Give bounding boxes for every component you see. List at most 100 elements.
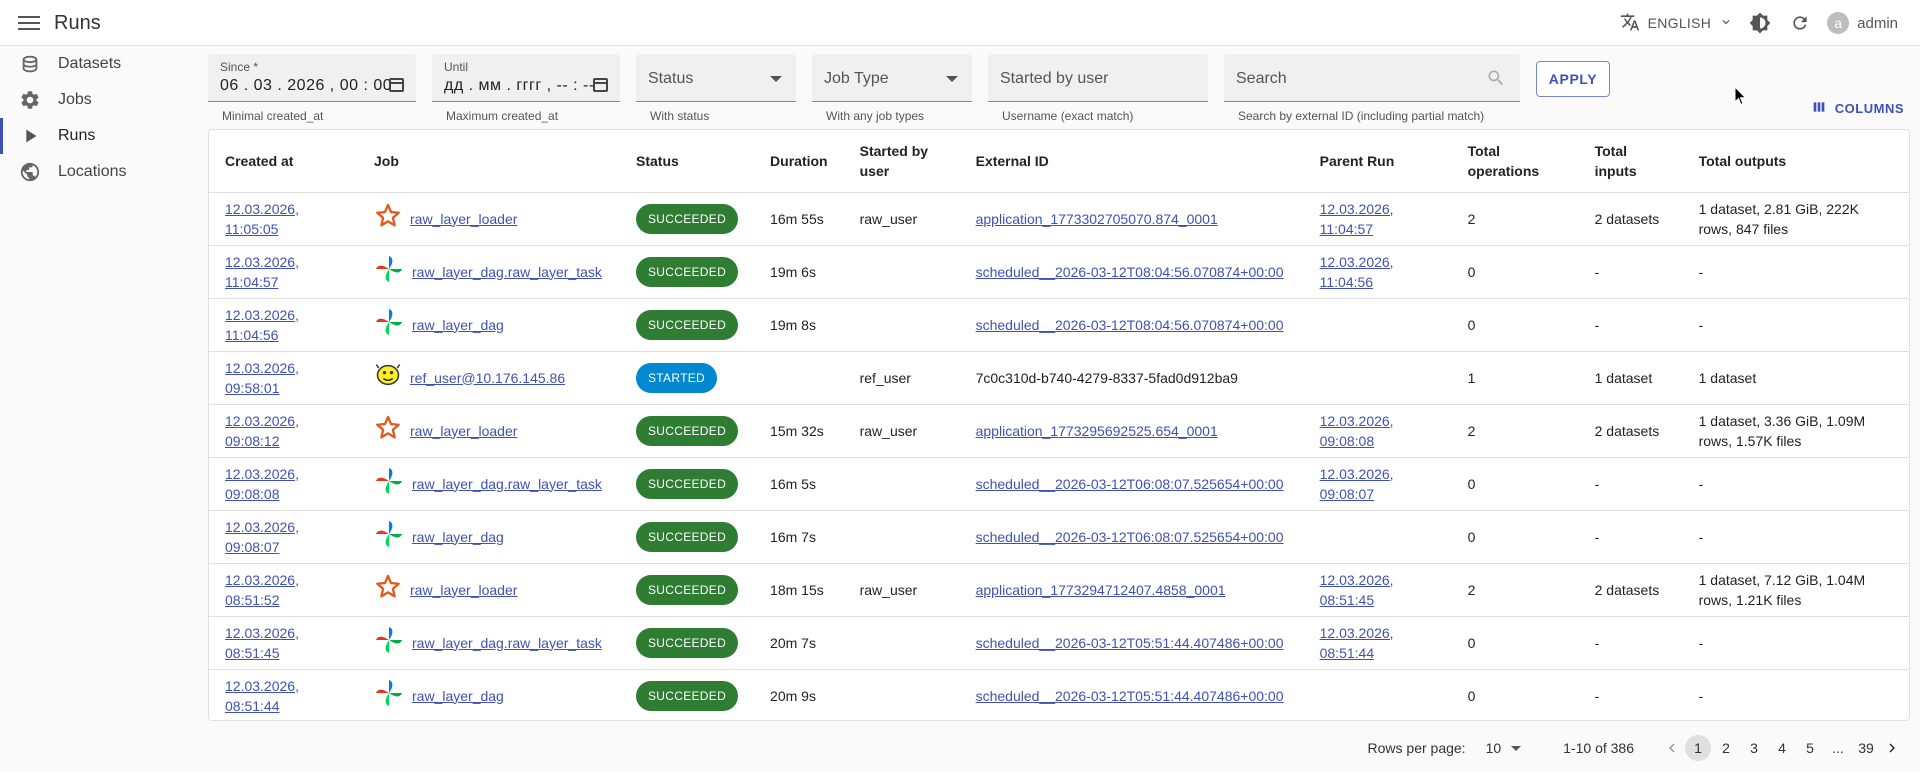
- table-row[interactable]: 12.03.2026, 11:05:05 raw_layer_loader SUCC…: [209, 192, 1909, 246]
- external-id-link[interactable]: application_1773302705070.874_0001: [976, 211, 1218, 227]
- created-at-link[interactable]: 12.03.2026, 08:51:44: [225, 678, 299, 714]
- job-link[interactable]: raw_layer_dag.raw_layer_task: [412, 474, 602, 494]
- external-id-link[interactable]: scheduled__2026-03-12T06:08:07.525654+00…: [976, 529, 1284, 545]
- theme-toggle-icon[interactable]: [1747, 10, 1773, 36]
- column-header[interactable]: Duration: [754, 130, 844, 193]
- external-id-link[interactable]: scheduled__2026-03-12T08:04:56.070874+00…: [976, 317, 1284, 333]
- status-cell: SUCCEEDED: [620, 510, 755, 564]
- sidebar-item-locations[interactable]: Locations: [0, 154, 200, 190]
- external-id-link[interactable]: scheduled__2026-03-12T08:04:56.070874+00…: [976, 264, 1284, 280]
- status-badge: STARTED: [636, 362, 717, 393]
- column-header[interactable]: Total operations: [1451, 130, 1579, 193]
- duration-cell: 18m 15s: [754, 563, 844, 617]
- status-badge: SUCCEEDED: [636, 574, 739, 605]
- parent-run-link[interactable]: 12.03.2026, 09:08:08: [1320, 413, 1394, 449]
- created-at-link[interactable]: 12.03.2026, 09:08:12: [225, 413, 299, 449]
- started-by-input[interactable]: Started by user Username (exact match): [988, 54, 1208, 123]
- sidebar-item-runs[interactable]: Runs: [0, 118, 200, 154]
- column-header[interactable]: Total inputs: [1578, 130, 1683, 193]
- page-button[interactable]: 1: [1685, 735, 1711, 761]
- column-header[interactable]: External ID: [959, 130, 1304, 193]
- created-at-link[interactable]: 12.03.2026, 09:08:08: [225, 466, 299, 502]
- created-at-link[interactable]: 12.03.2026, 09:58:01: [225, 360, 299, 396]
- chevron-right-icon[interactable]: [1880, 735, 1904, 761]
- since-value[interactable]: 06 . 03 . 2026 , 00 : 00: [220, 77, 404, 95]
- parent-run-link[interactable]: 12.03.2026, 08:51:45: [1320, 572, 1394, 608]
- refresh-icon[interactable]: [1787, 10, 1813, 36]
- page-button[interactable]: 39: [1853, 735, 1879, 761]
- job-link[interactable]: raw_layer_loader: [410, 580, 517, 600]
- table-row[interactable]: 12.03.2026, 08:51:44 raw_layer_dag SUCCEED…: [209, 669, 1909, 720]
- job-link[interactable]: raw_layer_dag: [412, 686, 504, 706]
- parent-run-link[interactable]: 12.03.2026, 11:04:57: [1320, 201, 1394, 237]
- menu-icon[interactable]: [18, 13, 40, 33]
- page-button[interactable]: 4: [1769, 735, 1795, 761]
- job-link[interactable]: raw_layer_dag: [412, 315, 504, 335]
- column-header[interactable]: Status: [620, 130, 755, 193]
- job-link[interactable]: raw_layer_dag.raw_layer_task: [412, 633, 602, 653]
- parent-run-link[interactable]: 12.03.2026, 11:04:56: [1320, 254, 1394, 290]
- table-row[interactable]: 12.03.2026, 08:51:45 raw_layer_dag.raw_la…: [209, 616, 1909, 670]
- total-outputs-cell: 1 dataset: [1682, 351, 1909, 405]
- created-at-link[interactable]: 12.03.2026, 11:05:05: [225, 201, 299, 237]
- created-at-link[interactable]: 12.03.2026, 09:08:07: [225, 519, 299, 555]
- external-id-link[interactable]: application_1773295692525.654_0001: [976, 423, 1218, 439]
- language-selector[interactable]: ENGLISH: [1620, 12, 1734, 35]
- total-inputs-cell: 2 datasets: [1578, 192, 1683, 246]
- column-header[interactable]: Total outputs: [1682, 130, 1909, 193]
- external-id-link[interactable]: scheduled__2026-03-12T05:51:44.407486+00…: [976, 688, 1284, 704]
- started-by-cell: [843, 298, 960, 352]
- apply-button[interactable]: APPLY: [1536, 61, 1610, 97]
- job-link[interactable]: raw_layer_dag: [412, 527, 504, 547]
- calendar-icon[interactable]: [389, 78, 404, 92]
- columns-button[interactable]: COLUMNS: [1811, 99, 1904, 118]
- columns-label: COLUMNS: [1834, 101, 1904, 116]
- duration-cell: 16m 5s: [754, 457, 844, 511]
- page-button[interactable]: 3: [1741, 735, 1767, 761]
- created-at-link[interactable]: 12.03.2026, 11:04:57: [225, 254, 299, 290]
- job-link[interactable]: raw_layer_loader: [410, 421, 517, 441]
- job-link[interactable]: raw_layer_loader: [410, 209, 517, 229]
- table-row[interactable]: 12.03.2026, 09:08:07 raw_layer_dag SUCCEED…: [209, 510, 1909, 564]
- chevron-left-icon[interactable]: [1660, 735, 1684, 761]
- parent-run-link[interactable]: 12.03.2026, 08:51:44: [1320, 625, 1394, 661]
- external-id-link[interactable]: scheduled__2026-03-12T06:08:07.525654+00…: [976, 476, 1284, 492]
- search-input[interactable]: Search Search by external ID (including …: [1224, 54, 1520, 123]
- total-outputs-cell: -: [1682, 298, 1909, 352]
- external-id-link[interactable]: application_1773294712407.4858_0001: [976, 582, 1226, 598]
- created-at-link[interactable]: 12.03.2026, 08:51:52: [225, 572, 299, 608]
- status-badge: SUCCEEDED: [636, 680, 739, 711]
- user-menu[interactable]: a admin: [1827, 12, 1898, 34]
- column-header[interactable]: Job: [358, 130, 620, 193]
- sidebar-item-datasets[interactable]: Datasets: [0, 46, 200, 82]
- sidebar-item-jobs[interactable]: Jobs: [0, 82, 200, 118]
- rows-per-page-select[interactable]: 10: [1486, 740, 1522, 756]
- job-type-select[interactable]: Job Type With any job types: [812, 54, 972, 123]
- started-by-cell: [843, 457, 960, 511]
- table-row[interactable]: 12.03.2026, 09:58:01 ref_user@10.176.145.…: [209, 351, 1909, 405]
- table-row[interactable]: 12.03.2026, 09:08:08 raw_layer_dag.raw_la…: [209, 457, 1909, 511]
- job-link[interactable]: raw_layer_dag.raw_layer_task: [412, 262, 602, 282]
- table-row[interactable]: 12.03.2026, 11:04:56 raw_layer_dag SUCCEED…: [209, 298, 1909, 352]
- table-row[interactable]: 12.03.2026, 09:08:12 raw_layer_loader SUCC…: [209, 404, 1909, 458]
- table-row[interactable]: 12.03.2026, 08:51:52 raw_layer_loader SUCC…: [209, 563, 1909, 617]
- column-header[interactable]: Started by user: [843, 130, 960, 193]
- calendar-icon[interactable]: [593, 78, 608, 92]
- created-at-cell: 12.03.2026, 08:51:45: [209, 616, 358, 670]
- external-id-link[interactable]: scheduled__2026-03-12T05:51:44.407486+00…: [976, 635, 1284, 651]
- parent-run-cell: [1303, 510, 1452, 564]
- table-row[interactable]: 12.03.2026, 11:04:57 raw_layer_dag.raw_la…: [209, 245, 1909, 299]
- created-at-link[interactable]: 12.03.2026, 11:04:56: [225, 307, 299, 343]
- created-at-link[interactable]: 12.03.2026, 08:51:45: [225, 625, 299, 661]
- job-link[interactable]: ref_user@10.176.145.86: [410, 368, 565, 388]
- parent-run-link[interactable]: 12.03.2026, 09:08:07: [1320, 466, 1394, 502]
- column-header[interactable]: Created at: [209, 130, 358, 193]
- status-badge: SUCCEEDED: [636, 521, 739, 552]
- until-value[interactable]: дд . мм . гггг , -- : --: [444, 77, 608, 95]
- until-field[interactable]: Until дд . мм . гггг , -- : -- Maximum c…: [432, 54, 620, 123]
- column-header[interactable]: Parent Run: [1303, 130, 1452, 193]
- page-button[interactable]: 2: [1713, 735, 1739, 761]
- since-field[interactable]: Since * 06 . 03 . 2026 , 00 : 00 Minimal…: [208, 54, 416, 123]
- status-select[interactable]: Status With status: [636, 54, 796, 123]
- page-button[interactable]: 5: [1797, 735, 1823, 761]
